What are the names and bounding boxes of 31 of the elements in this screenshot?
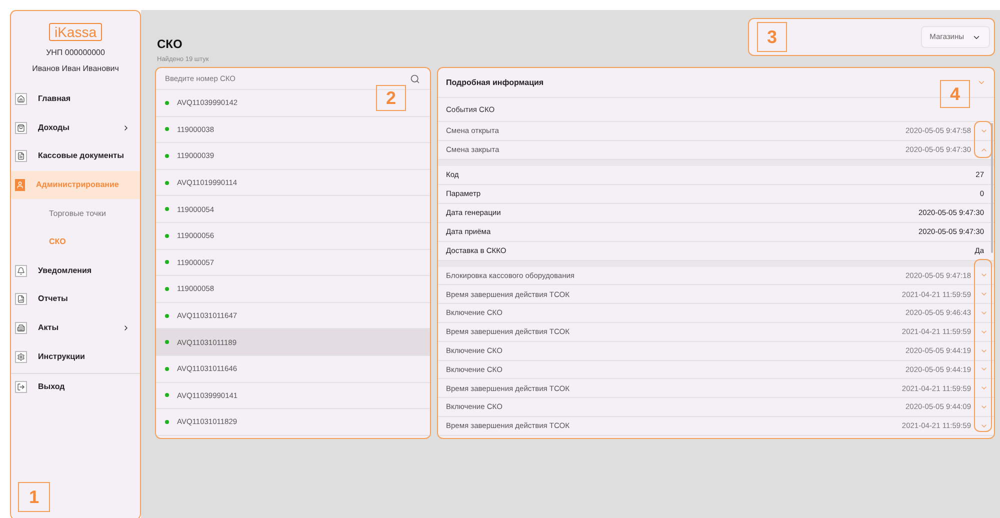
document-icon <box>15 150 27 162</box>
annotation-number: 4 <box>940 80 970 108</box>
user-name: Иванов Иван Иванович <box>32 63 119 75</box>
menu-item[interactable]: Главная <box>11 85 140 114</box>
logo: iKassa <box>49 23 102 41</box>
menu-item[interactable]: Уведомления <box>11 256 140 286</box>
page-title: СКО <box>157 37 184 51</box>
annotation-number: 2 <box>376 85 406 111</box>
chevron-down-icon[interactable] <box>977 78 986 87</box>
scrollbar[interactable] <box>991 123 993 253</box>
logout-icon <box>15 380 27 393</box>
bag-icon <box>15 122 27 134</box>
bell-icon <box>15 264 27 277</box>
settings-icon <box>15 350 27 363</box>
logout-item[interactable]: Выход <box>11 374 140 400</box>
report-icon <box>15 293 27 306</box>
menu-item[interactable]: Доходы <box>11 114 140 142</box>
menu-item[interactable]: Отчеты <box>11 285 140 314</box>
person-icon <box>15 179 25 192</box>
annotation-number: 1 <box>18 482 50 512</box>
annotation-number: 3 <box>757 22 787 52</box>
annotation-frame <box>974 121 992 158</box>
submenu-item[interactable]: Торговые точки <box>11 199 140 228</box>
unp-text: УНП 000000000 <box>46 47 105 59</box>
menu-item[interactable]: Кассовые документы <box>11 142 140 171</box>
building-icon <box>15 322 27 334</box>
menu-item[interactable]: Инструкции <box>11 342 140 371</box>
details-title: Подробная информация <box>446 76 545 88</box>
home-icon <box>15 93 27 106</box>
search-icon <box>410 74 420 84</box>
menu-item[interactable]: Акты <box>11 314 140 342</box>
